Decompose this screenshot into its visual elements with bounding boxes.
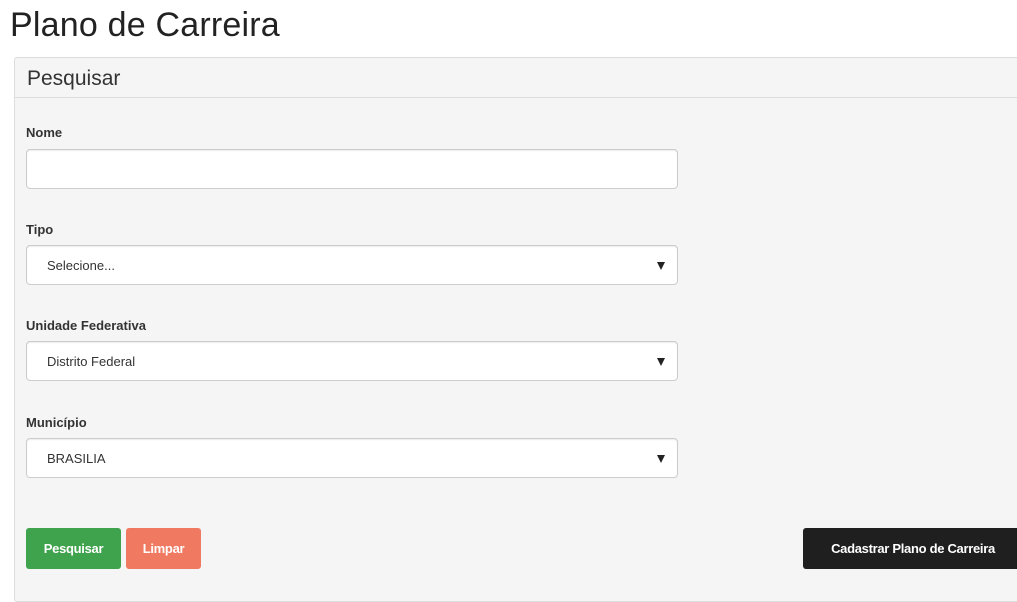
uf-label: Unidade Federativa bbox=[26, 318, 146, 333]
tipo-select[interactable]: Selecione... bbox=[26, 245, 678, 285]
clear-button[interactable]: Limpar bbox=[126, 528, 201, 569]
search-button[interactable]: Pesquisar bbox=[26, 528, 121, 569]
create-career-plan-button[interactable]: Cadastrar Plano de Carreira bbox=[803, 528, 1017, 569]
municipio-label: Município bbox=[26, 415, 87, 430]
uf-select-value: Distrito Federal bbox=[47, 354, 136, 369]
uf-select[interactable]: Distrito Federal bbox=[26, 341, 678, 381]
tipo-label: Tipo bbox=[26, 222, 54, 237]
search-panel: Pesquisar Nome Tipo Selecione... Unidade… bbox=[14, 57, 1017, 602]
caret-down-icon bbox=[657, 455, 665, 463]
municipio-select-value: BRASILIA bbox=[47, 451, 106, 466]
caret-down-icon bbox=[657, 262, 665, 270]
page-title: Plano de Carreira bbox=[10, 6, 280, 44]
municipio-select[interactable]: BRASILIA bbox=[26, 438, 678, 478]
nome-label: Nome bbox=[26, 125, 63, 140]
nome-input[interactable] bbox=[26, 149, 678, 189]
tipo-select-value: Selecione... bbox=[47, 258, 115, 273]
panel-heading: Pesquisar bbox=[15, 58, 1017, 98]
caret-down-icon bbox=[657, 358, 665, 366]
